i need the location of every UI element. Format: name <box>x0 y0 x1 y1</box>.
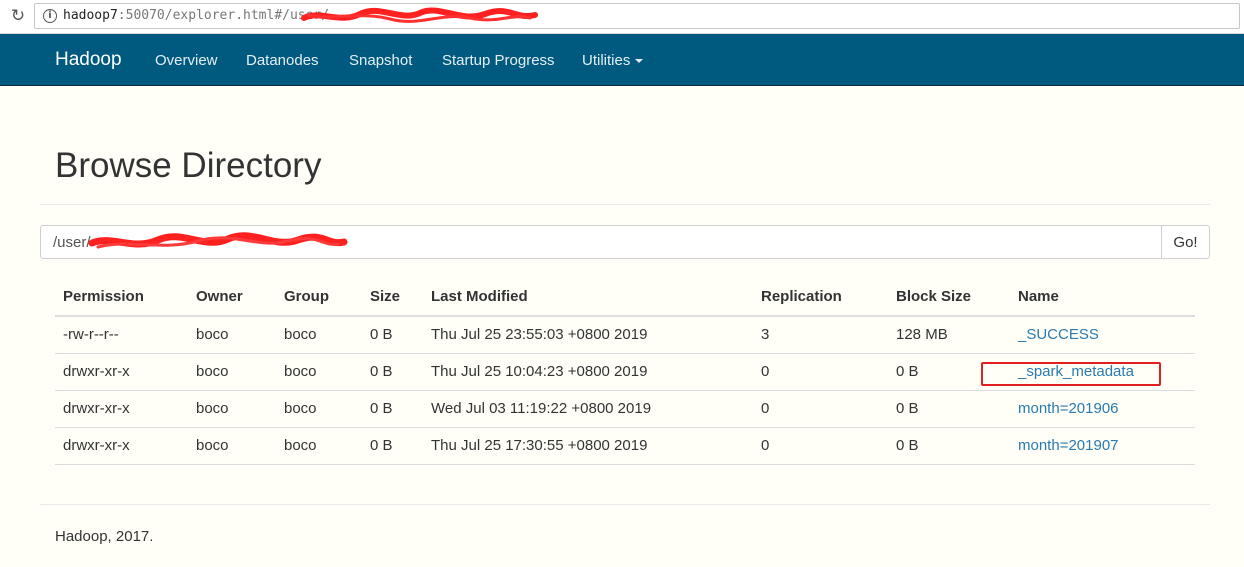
cell-replication: 3 <box>753 316 888 354</box>
caret-down-icon <box>635 59 644 64</box>
cell-owner: boco <box>188 353 276 391</box>
dir-link-month-201906[interactable]: month=201906 <box>1018 400 1119 417</box>
cell-block-size: 0 B <box>888 427 1010 465</box>
nav-utilities-dropdown[interactable]: Utilities <box>582 52 644 69</box>
info-icon[interactable]: i <box>43 9 57 23</box>
url-text[interactable]: hadoop7:50070/explorer.html#/user/ <box>63 8 329 23</box>
cell-group: boco <box>276 353 362 391</box>
table-row: drwxr-xr-x boco boco 0 B Thu Jul 25 10:0… <box>55 353 1195 391</box>
cell-last-modified: Thu Jul 25 10:04:23 +0800 2019 <box>423 353 753 391</box>
brand-link[interactable]: Hadoop <box>55 49 122 71</box>
dir-link-spark-metadata[interactable]: _spark_metadata <box>1018 363 1134 380</box>
url-host: hadoop7 <box>63 8 118 23</box>
dir-link-month-201907[interactable]: month=201907 <box>1018 437 1119 454</box>
table-row: drwxr-xr-x boco boco 0 B Wed Jul 03 11:1… <box>55 390 1195 428</box>
table-row: drwxr-xr-x boco boco 0 B Thu Jul 25 17:3… <box>55 427 1195 465</box>
cell-last-modified: Thu Jul 25 17:30:55 +0800 2019 <box>423 427 753 465</box>
cell-name: _SUCCESS <box>1010 316 1195 354</box>
file-link-success[interactable]: _SUCCESS <box>1018 326 1099 343</box>
cell-name: month=201906 <box>1010 390 1195 428</box>
column-header-group[interactable]: Group <box>276 278 362 317</box>
cell-size: 0 B <box>362 390 423 428</box>
nav-datanodes[interactable]: Datanodes <box>246 52 319 69</box>
column-header-name[interactable]: Name <box>1010 278 1195 317</box>
cell-last-modified: Thu Jul 25 23:55:03 +0800 2019 <box>423 316 753 354</box>
go-button[interactable]: Go! <box>1161 225 1210 259</box>
cell-permission: drwxr-xr-x <box>55 390 188 428</box>
url-box[interactable]: i hadoop7:50070/explorer.html#/user/ <box>34 3 1240 29</box>
top-navbar: Hadoop Overview Datanodes Snapshot Start… <box>0 34 1244 86</box>
cell-replication: 0 <box>753 390 888 428</box>
cell-block-size: 0 B <box>888 353 1010 391</box>
cell-group: boco <box>276 427 362 465</box>
cell-permission: drwxr-xr-x <box>55 427 188 465</box>
column-header-last-modified[interactable]: Last Modified <box>423 278 753 317</box>
cell-name: month=201907 <box>1010 427 1195 465</box>
nav-utilities-label: Utilities <box>582 52 631 69</box>
cell-size: 0 B <box>362 316 423 354</box>
table-header-row: Permission Owner Group Size Last Modifie… <box>55 278 1195 317</box>
nav-overview[interactable]: Overview <box>155 52 218 69</box>
cell-last-modified: Wed Jul 03 11:19:22 +0800 2019 <box>423 390 753 428</box>
cell-permission: drwxr-xr-x <box>55 353 188 391</box>
cell-permission: -rw-r--r-- <box>55 316 188 354</box>
column-header-replication[interactable]: Replication <box>753 278 888 317</box>
column-header-permission[interactable]: Permission <box>55 278 188 317</box>
cell-block-size: 0 B <box>888 390 1010 428</box>
directory-path-input[interactable] <box>40 225 1162 259</box>
cell-group: boco <box>276 390 362 428</box>
footer-divider <box>40 504 1210 505</box>
cell-group: boco <box>276 316 362 354</box>
directory-listing-table: Permission Owner Group Size Last Modifie… <box>55 278 1195 465</box>
url-path: :50070/explorer.html#/user/ <box>117 8 330 23</box>
browser-address-bar: ↻ i hadoop7:50070/explorer.html#/user/ <box>0 0 1244 34</box>
header-divider <box>40 204 1210 205</box>
cell-owner: boco <box>188 390 276 428</box>
cell-replication: 0 <box>753 353 888 391</box>
reload-icon[interactable]: ↻ <box>8 6 28 26</box>
cell-size: 0 B <box>362 353 423 391</box>
nav-startup-progress[interactable]: Startup Progress <box>442 52 555 69</box>
cell-owner: boco <box>188 427 276 465</box>
column-header-block-size[interactable]: Block Size <box>888 278 1010 317</box>
column-header-size[interactable]: Size <box>362 278 423 317</box>
cell-size: 0 B <box>362 427 423 465</box>
column-header-owner[interactable]: Owner <box>188 278 276 317</box>
footer-text: Hadoop, 2017. <box>55 528 154 545</box>
cell-block-size: 128 MB <box>888 316 1010 354</box>
cell-owner: boco <box>188 316 276 354</box>
table-row: -rw-r--r-- boco boco 0 B Thu Jul 25 23:5… <box>55 316 1195 354</box>
cell-name: _spark_metadata <box>1010 353 1195 391</box>
page-title: Browse Directory <box>55 146 322 185</box>
nav-snapshot[interactable]: Snapshot <box>349 52 412 69</box>
cell-replication: 0 <box>753 427 888 465</box>
path-input-group: Go! <box>40 225 1210 259</box>
